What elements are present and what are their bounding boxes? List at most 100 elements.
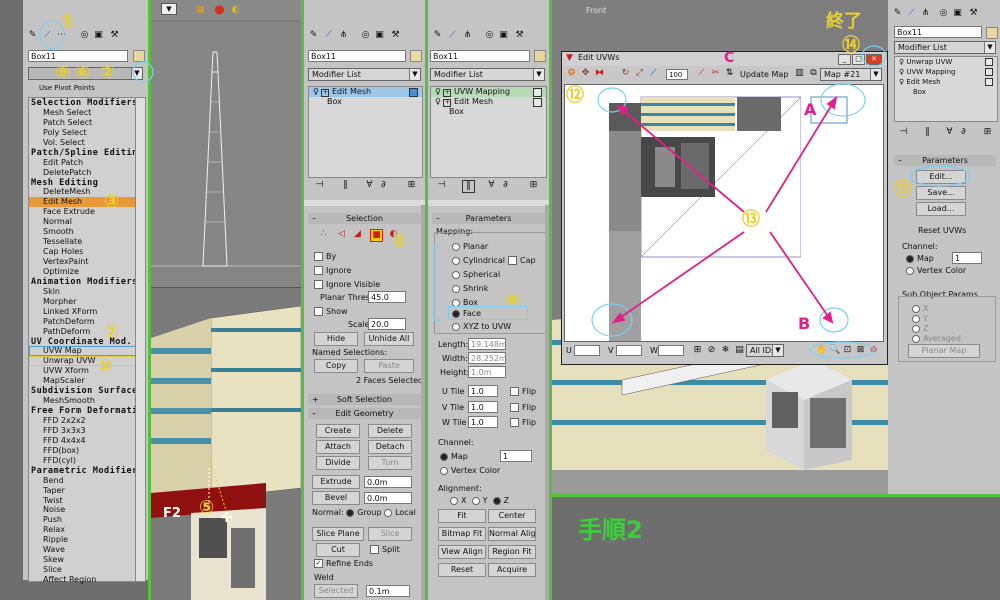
motion-tab-icon[interactable]: ◎ [79,30,90,41]
refine-ends-checkbox[interactable]: ✓ Refine Ends [314,559,373,568]
group-radio[interactable] [346,508,355,517]
edit-geometry-rollout[interactable]: – Edit Geometry [308,408,421,419]
planar-map-button[interactable]: Planar Map [908,344,980,358]
normal-align-button[interactable]: Normal Align [488,527,536,541]
edit-uvws-window[interactable]: ▼ Edit UVWs _ □ ✕ ❂ ✥ ⧓ ↻ ⤢ ⟋ 100 ⟋ ✂ ⇅ … [561,51,888,365]
modifier-list-item[interactable]: FFD(box) [29,446,136,456]
create-tab-icon[interactable]: ✎ [308,30,319,41]
quick-render-icon[interactable]: ● [214,3,225,15]
fit-button[interactable]: Fit [438,509,486,523]
scale-spinner[interactable]: 20.0 [368,318,406,330]
show-end-result-icon[interactable]: ‖ [922,127,933,138]
chevron-down-icon[interactable]: ▼ [533,69,544,80]
modifier-list-item[interactable]: Patch Select [29,118,136,128]
collapse-icon[interactable]: – [436,213,440,224]
w-spinner[interactable] [658,345,684,356]
hierarchy-tab-icon[interactable]: ⋔ [338,30,349,41]
object-color-swatch[interactable] [986,27,998,39]
attach-button[interactable]: Attach [316,440,360,454]
bulb-icon[interactable]: ♀ [435,97,441,106]
modifier-list-item[interactable]: Morpher [29,297,136,307]
object-color-swatch[interactable] [410,50,422,62]
modify-tab-icon[interactable]: ⟋ [447,30,458,41]
slice-plane-button[interactable]: Slice Plane [312,527,364,541]
pin-stack-icon[interactable]: ⊣ [314,180,325,191]
stack-toggle[interactable] [533,98,542,107]
modifier-list-item[interactable]: PatchDeform [29,317,136,327]
modifier-list-item[interactable]: Bend [29,476,136,486]
filter-icon[interactable]: ▤ [734,345,745,356]
detach-button[interactable]: Detach [368,440,412,454]
zoom-field[interactable]: 100 [666,69,688,80]
modifier-list-item[interactable]: Push [29,515,136,525]
z-radio[interactable]: Z [912,324,928,333]
expand-icon[interactable]: + [312,394,319,405]
stack-item-uvw-mapping[interactable]: ♀ + UVW Mapping [431,87,546,97]
modifier-list-item[interactable]: DeletePatch [29,168,136,178]
modifier-list-item[interactable]: Edit Mesh [29,197,136,208]
collapse-icon[interactable]: – [312,408,316,419]
chevron-down-icon[interactable]: ▼ [870,69,881,80]
modifier-stack[interactable]: ♀ Unwrap UVW ♀ UVW Mapping ♀ Edit Mesh B… [894,56,998,122]
face-icon[interactable]: ◢ [352,229,363,240]
modifier-list-item[interactable]: Edit Patch [29,158,136,168]
spherical-radio[interactable]: Spherical [452,270,500,279]
cylindrical-radio[interactable]: Cylindrical [452,256,505,265]
chevron-down-icon[interactable]: ▼ [772,345,783,356]
utilities-tab-icon[interactable]: ⚒ [514,30,525,41]
chevron-down-icon[interactable]: ▼ [984,42,995,53]
reset-uvws-button[interactable]: Reset UVWs [918,226,966,235]
polygon-icon[interactable]: ■ [370,229,383,242]
selection-rollout[interactable]: – Selection [308,213,421,224]
bulb-icon[interactable]: ♀ [899,78,904,86]
pin-stack-icon[interactable]: ⊣ [436,180,447,191]
modifier-list-item[interactable]: MapScaler [29,376,136,386]
object-name-field[interactable]: Box11 [894,26,982,38]
modifier-list-item[interactable]: DeleteMesh [29,187,136,197]
averaged-radio[interactable]: Averaged [912,334,961,343]
modifier-list-item[interactable]: Slice [29,565,136,575]
remove-modifier-icon[interactable]: ∂ [500,180,511,191]
show-end-result-icon[interactable]: ‖ [340,180,351,191]
acquire-button[interactable]: Acquire [488,563,536,577]
perspective-viewport[interactable]: F2 ✚ [151,288,301,600]
modifier-list-item[interactable]: Cap Holes [29,247,136,257]
w-tile-spinner[interactable]: 1.0 [468,416,498,428]
length-spinner[interactable]: 19.148m [468,338,506,350]
scale-icon[interactable]: ⤢ [634,68,645,79]
stack-item-box[interactable]: Box [309,97,422,107]
uv-toggle-icon[interactable]: ⧉ [808,68,819,79]
expand-icon[interactable]: + [443,99,452,107]
slice-button[interactable]: Slice [368,527,412,541]
modifier-list-item[interactable]: Ripple [29,535,136,545]
show-end-result-icon[interactable]: ‖ [462,180,475,193]
x-radio[interactable]: X [912,304,928,313]
stack-item-edit-mesh[interactable]: ♀ + Edit Mesh [431,97,546,107]
local-radio[interactable] [384,508,393,517]
modifier-list-item[interactable]: Unwrap UVW [29,356,136,367]
map-channel-radio[interactable]: Map [906,254,934,263]
freeform-icon[interactable]: ⟋ [648,68,659,79]
modifier-list-item[interactable]: Tessellate [29,237,136,247]
modifier-list-item[interactable]: Affect Region [29,575,136,585]
zoom-icon[interactable]: 🔍 [829,345,840,356]
collapse-icon[interactable]: – [312,213,316,224]
stack-toggle[interactable] [409,88,418,97]
width-spinner[interactable]: 28.252m [468,352,506,364]
utilities-tab-icon[interactable]: ⚒ [109,30,120,41]
region-fit-button[interactable]: Region Fit [488,545,536,559]
motion-tab-icon[interactable]: ◎ [484,30,495,41]
create-tab-icon[interactable]: ✎ [27,30,38,41]
modifier-list-item[interactable]: Wave [29,545,136,555]
move-icon[interactable]: ✥ [580,68,591,79]
bulb-icon[interactable]: ♀ [899,68,904,76]
vertex-color-radio[interactable]: Vertex Color [440,466,500,475]
modifier-list-item[interactable]: UVW Map [29,346,136,357]
v-flip-checkbox[interactable]: Flip [510,403,536,412]
update-map-button[interactable]: Update Map [740,70,788,79]
weld-selected-button[interactable]: Selected [314,584,358,598]
pin-stack-icon[interactable]: ⊣ [898,127,909,138]
paste-button[interactable]: Paste [364,359,414,373]
pan-icon[interactable]: ✋ [816,345,827,356]
object-name-field[interactable]: Box11 [430,50,530,62]
